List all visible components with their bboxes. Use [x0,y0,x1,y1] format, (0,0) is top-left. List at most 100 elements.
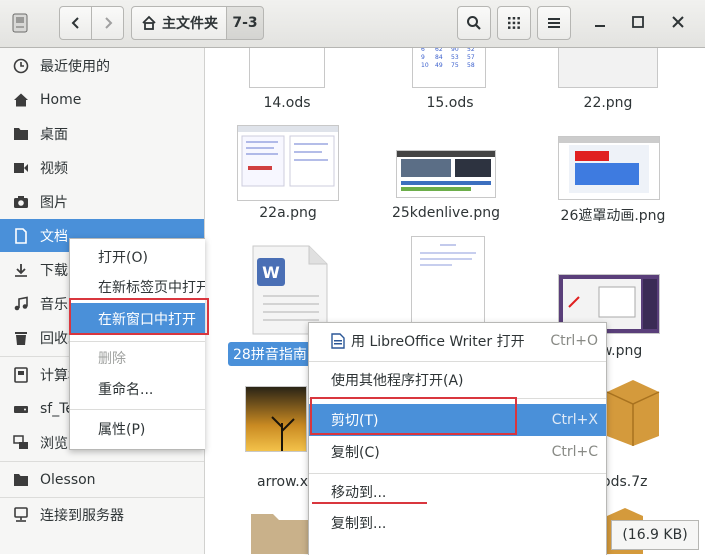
menu-item-delete: 删除 [70,342,205,374]
search-button[interactable] [457,6,491,40]
menu-separator [309,473,606,474]
sidebar-item-desktop[interactable]: 桌面 [0,117,204,150]
menu-item-label: 移动到... [331,485,387,501]
sidebar-item-label: 桌面 [40,126,68,143]
sidebar-item-label: Home [40,91,82,108]
breadcrumb-home[interactable]: 主文件夹 [131,6,227,40]
sidebar-item-home[interactable]: Home [0,83,204,116]
folder-icon [11,472,31,488]
sidebar-item-recent[interactable]: 最近使用的 [0,49,204,82]
clock-icon [11,58,31,74]
menu-item-accel: Ctrl+C [551,444,598,460]
file-thumbnail[interactable] [396,150,496,198]
chevron-left-icon [71,17,79,29]
menu-item-copy[interactable]: 复制(C) Ctrl+C [309,436,606,468]
sidebar-item-videos[interactable]: 视频 [0,151,204,184]
sidebar-item-label: 音乐 [40,296,68,313]
sidebar-item-label: 连接到服务器 [40,507,124,524]
drive-icon [12,13,28,33]
file-thumbnail[interactable] [245,386,307,452]
sidebar-context-menu: 打开(O) 在新标签页中打开 在新窗口中打开 删除 重命名... 属性(P) [69,238,205,450]
file-name[interactable]: 26遮罩动画.png [553,205,673,225]
folder-icon [11,126,31,142]
file-thumbnail[interactable] [411,236,485,326]
file-context-menu: 用 LibreOffice Writer 打开 Ctrl+O 使用其他程序打开(… [308,322,607,555]
close-icon [672,16,684,28]
spreadsheet-preview-icon: 6 62 90 52 9 84 53 57 10 49 75 58 [421,48,475,69]
menu-item-properties[interactable]: 属性(P) [70,413,205,445]
menu-item-accel: Ctrl+O [550,333,598,349]
app-menu-button[interactable] [8,9,32,37]
breadcrumb-home-label: 主文件夹 [162,16,218,32]
document-icon [11,227,31,244]
svg-text:57: 57 [467,54,475,61]
screenshot-preview-icon [397,151,495,191]
file-name[interactable]: 14.ods [237,95,337,111]
sidebar-item-pictures[interactable]: 图片 [0,185,204,218]
file-thumbnail[interactable] [249,48,325,88]
hamburger-icon [548,18,560,28]
svg-text:49: 49 [435,62,443,69]
file-thumbnail[interactable] [558,48,658,88]
sidebar-item-label: 文档 [40,228,68,245]
svg-text:6: 6 [421,48,425,53]
screenshot-preview-icon [238,126,338,187]
minimize-button[interactable] [590,12,610,32]
menu-separator [309,361,606,362]
menu-item-label: 删除 [98,351,126,367]
computer-icon [11,366,31,383]
svg-text:58: 58 [467,62,475,69]
back-button[interactable] [59,6,92,40]
menu-item-label: 在新标签页中打开 [98,280,205,296]
folder-file-icon[interactable] [249,510,311,554]
menu-item-label: 属性(P) [98,422,146,438]
home-icon [142,15,156,30]
home-icon [11,92,31,108]
forward-button[interactable] [91,6,124,40]
menu-button[interactable] [537,6,571,40]
close-button[interactable] [668,12,688,32]
sidebar-divider [0,461,204,462]
annotation-highlight [310,397,517,435]
annotation-highlight [69,298,209,335]
sidebar-item-connect-server[interactable]: 连接到服务器 [0,498,204,531]
chevron-right-icon [104,17,112,29]
download-icon [11,262,31,278]
file-thumbnail[interactable]: 6 62 90 52 9 84 53 57 10 49 75 58 [412,48,486,88]
libreoffice-writer-icon [331,333,345,349]
breadcrumb-current-label: 7-3 [232,15,258,31]
svg-text:62: 62 [435,48,443,53]
svg-text:53: 53 [451,54,459,61]
sidebar-item-label: 下载 [40,262,68,279]
file-name[interactable]: 15.ods [400,95,500,111]
menu-item-label: 使用其他程序打开(A) [331,373,464,389]
breadcrumb-current[interactable]: 7-3 [226,6,264,40]
file-name-selected[interactable]: 28拼音指南 [228,342,319,366]
svg-text:52: 52 [467,48,475,53]
menu-item-open-with[interactable]: 使用其他程序打开(A) [309,364,606,396]
menu-item-open[interactable]: 打开(O) [70,241,205,273]
maximize-icon [632,16,644,28]
file-name[interactable]: ods.7z [602,474,662,490]
svg-text:W: W [262,263,280,282]
menu-item-rename[interactable]: 重命名... [70,373,205,405]
header-bar: 主文件夹 7-3 [0,0,705,48]
sidebar-item-label: Olesson [40,471,96,488]
menu-item-label: 重命名... [98,382,154,398]
menu-item-label: 打开(O) [98,250,148,266]
file-thumbnail[interactable] [237,125,339,201]
file-thumbnail[interactable] [558,136,660,200]
maximize-button[interactable] [628,12,648,32]
menu-item-open-libreoffice[interactable]: 用 LibreOffice Writer 打开 Ctrl+O [309,325,606,357]
file-name[interactable]: 22a.png [238,205,338,221]
file-name[interactable]: 22.png [558,95,658,111]
view-toggle-button[interactable] [497,6,531,40]
file-name[interactable]: arrow.x [257,474,308,490]
trash-icon [11,330,31,346]
file-name[interactable]: w.png [601,343,651,359]
sidebar-item-olesson[interactable]: Olesson [0,463,204,496]
file-name[interactable]: 25kdenlive.png [391,205,501,221]
archive-file-icon[interactable] [603,374,663,448]
menu-item-copy-to[interactable]: 复制到... [309,507,606,539]
svg-text:84: 84 [435,54,443,61]
